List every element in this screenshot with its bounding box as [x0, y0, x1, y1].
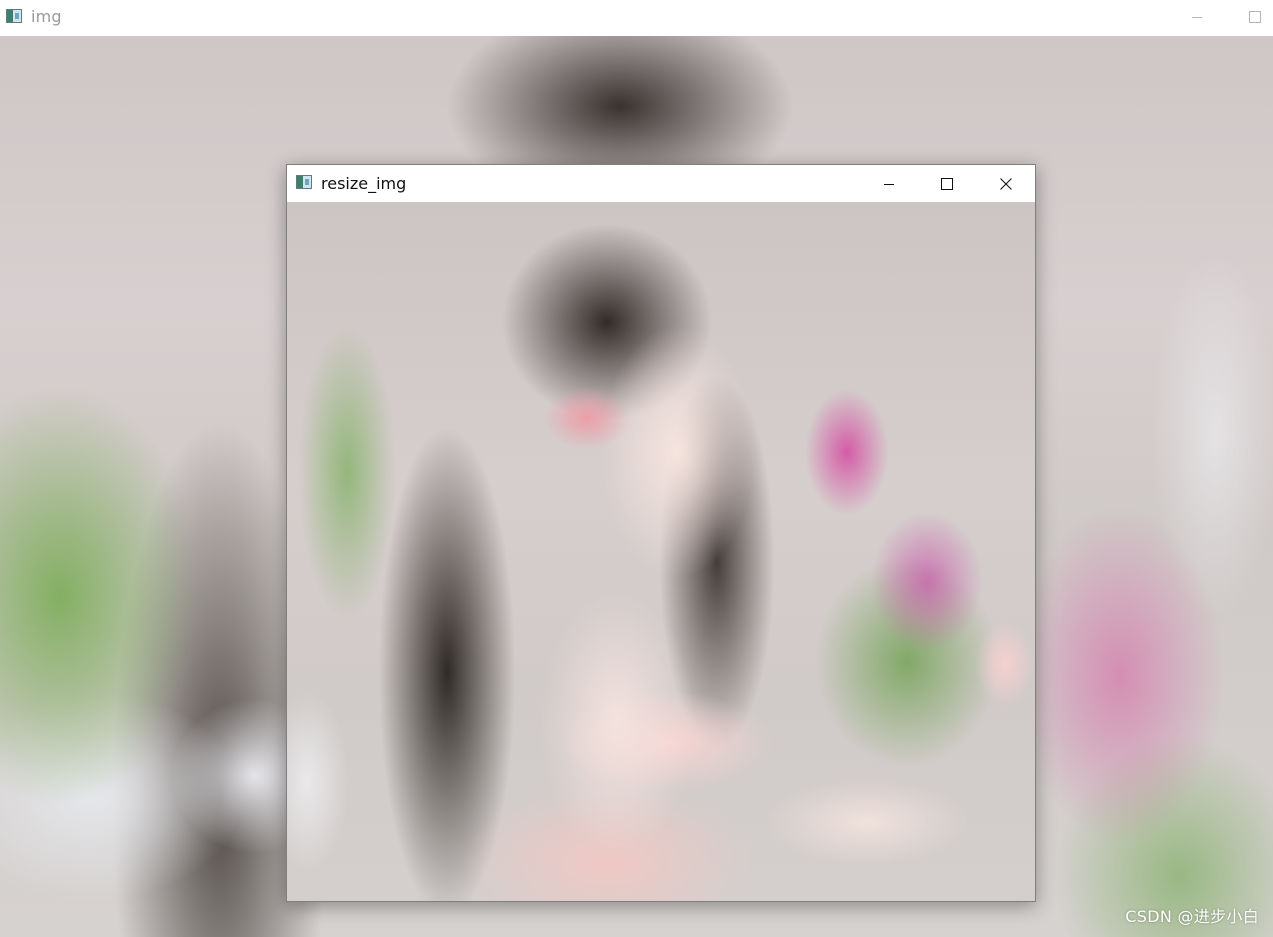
resize-img-minimize-button[interactable]: [860, 165, 918, 202]
resize-img-window-title: resize_img: [321, 174, 407, 193]
close-icon: [1000, 177, 1012, 190]
img-window-title: img: [31, 7, 62, 26]
resize-img-maximize-button[interactable]: [918, 165, 976, 202]
watermark: CSDN @进步小白: [1125, 907, 1259, 926]
resize-img-canvas: [287, 202, 1035, 901]
img-titlebar[interactable]: img: [0, 0, 1273, 36]
resize-img-close-button[interactable]: [977, 165, 1035, 202]
resize-img-window: resize_img: [286, 164, 1036, 902]
maximize-icon: [941, 177, 953, 190]
img-minimize-button[interactable]: [1168, 0, 1226, 34]
app-icon: [296, 175, 312, 189]
img-maximize-button[interactable]: [1226, 0, 1273, 34]
minimize-icon: [1192, 17, 1202, 18]
minimize-icon: [884, 183, 894, 185]
app-icon: [6, 9, 22, 23]
maximize-icon: [1249, 11, 1261, 23]
resize-img-titlebar[interactable]: resize_img: [287, 165, 1035, 202]
